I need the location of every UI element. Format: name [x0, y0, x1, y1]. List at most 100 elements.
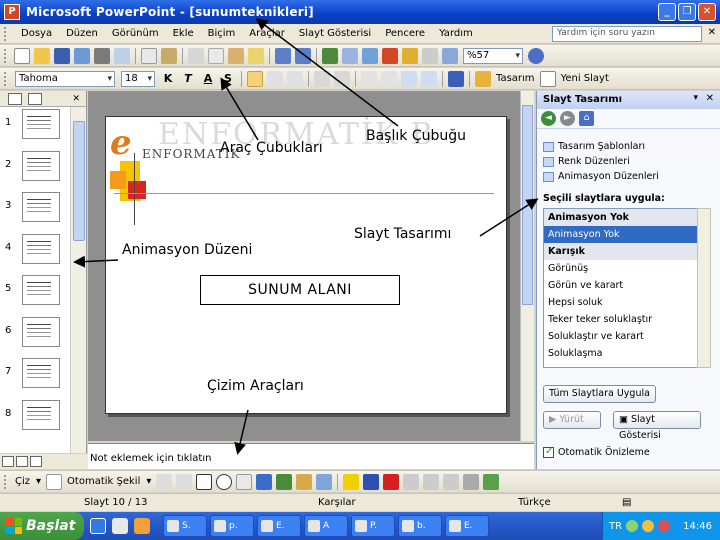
- print-preview-icon[interactable]: [114, 47, 130, 64]
- start-button[interactable]: Başlat: [0, 512, 84, 540]
- font-select[interactable]: Tahoma: [15, 70, 115, 87]
- expand-all-icon[interactable]: [402, 47, 418, 64]
- slideshow-button[interactable]: ▣ Slayt Gösterisi: [613, 411, 701, 441]
- animation-list-scrollbar[interactable]: [697, 208, 711, 368]
- clipart-icon[interactable]: [296, 473, 313, 490]
- autoshapes-menu[interactable]: Otomatik Şekil: [67, 476, 140, 487]
- menu-help[interactable]: Yardım: [432, 28, 480, 39]
- redo-icon[interactable]: [295, 47, 311, 64]
- design-button[interactable]: Tasarım: [496, 73, 535, 84]
- bold-button[interactable]: K: [160, 72, 176, 85]
- animation-list-item[interactable]: Animasyon Yok: [544, 226, 697, 243]
- close-button[interactable]: ✕: [698, 3, 716, 21]
- select-pointer-icon[interactable]: [46, 473, 63, 490]
- help-search-input[interactable]: Yardım için soru yazın: [552, 26, 702, 42]
- slide-thumbnail[interactable]: 8: [0, 399, 70, 436]
- 3d-style-icon[interactable]: [483, 473, 500, 490]
- underline-button[interactable]: A: [200, 72, 216, 85]
- new-slide-icon[interactable]: [539, 70, 556, 87]
- dash-style-icon[interactable]: [423, 473, 440, 490]
- copy-icon[interactable]: [208, 47, 224, 64]
- increase-font-icon[interactable]: [361, 70, 377, 87]
- minimize-button[interactable]: _: [658, 3, 676, 21]
- cut-icon[interactable]: [188, 47, 204, 64]
- task-pane-menu-icon[interactable]: ▾: [693, 93, 698, 103]
- menu-view[interactable]: Görünüm: [105, 28, 166, 39]
- back-icon[interactable]: ◄: [541, 111, 556, 126]
- autopreview-checkbox[interactable]: Otomatik Önizleme: [543, 446, 650, 458]
- oval-icon[interactable]: [216, 473, 233, 490]
- maximize-button[interactable]: ❐: [678, 3, 696, 21]
- animation-list-item[interactable]: Soluklaştır ve karart: [544, 328, 697, 345]
- network-icon[interactable]: [626, 520, 639, 532]
- arrow-style-icon[interactable]: [443, 473, 460, 490]
- menu-insert[interactable]: Ekle: [166, 28, 201, 39]
- close-pane-icon[interactable]: ✕: [72, 94, 80, 104]
- rectangle-icon[interactable]: [196, 473, 213, 490]
- link-animation-schemes[interactable]: Animasyon Düzenleri: [543, 171, 659, 182]
- slide-thumbnail[interactable]: 7: [0, 358, 70, 394]
- research-icon[interactable]: [161, 47, 177, 64]
- volume-icon[interactable]: [642, 520, 655, 532]
- bullets-icon[interactable]: [334, 70, 350, 87]
- animation-list[interactable]: Animasyon Yok Animasyon Yok Karışık Görünüş…: [543, 208, 698, 368]
- task-pane-close-icon[interactable]: ✕: [706, 93, 714, 104]
- taskbar-window-button[interactable]: b.: [398, 515, 442, 537]
- slide-preview[interactable]: [22, 275, 60, 305]
- animation-list-item[interactable]: Teker teker soluklaştır: [544, 311, 697, 328]
- animation-list-item[interactable]: Soluklaşma: [544, 345, 697, 362]
- slide-preview[interactable]: [22, 316, 60, 347]
- shadow-style-icon[interactable]: [463, 473, 480, 490]
- link-color-schemes[interactable]: Renk Düzenleri: [543, 156, 630, 167]
- slide-thumbnail[interactable]: 6: [0, 316, 70, 353]
- new-slide-button[interactable]: Yeni Slayt: [561, 73, 609, 84]
- slides-scrollbar[interactable]: [70, 107, 86, 453]
- taskbar-window-button[interactable]: E.: [257, 515, 301, 537]
- help-icon[interactable]: [528, 47, 544, 64]
- insert-diagram-icon[interactable]: [382, 47, 398, 64]
- apply-all-button[interactable]: Tüm Slaytlara Uygula: [543, 385, 656, 403]
- slide-thumbnail[interactable]: 3: [0, 192, 70, 228]
- taskbar-window-button[interactable]: S.: [163, 515, 207, 537]
- show-formatting-icon[interactable]: [422, 47, 438, 64]
- slide-show-button[interactable]: [30, 456, 42, 467]
- animation-list-item[interactable]: Hepsi soluk: [544, 294, 697, 311]
- slide-thumbnail[interactable]: 1: [0, 109, 70, 145]
- link-design-templates[interactable]: Tasarım Şablonları: [543, 141, 645, 152]
- save-icon[interactable]: [54, 47, 70, 64]
- line-color-icon[interactable]: [363, 473, 380, 490]
- forward-icon[interactable]: ►: [560, 111, 575, 126]
- new-file-icon[interactable]: [14, 47, 30, 64]
- security-icon[interactable]: [658, 520, 671, 532]
- arrow-icon[interactable]: [176, 473, 193, 490]
- menu-window[interactable]: Pencere: [378, 28, 432, 39]
- slide-preview[interactable]: [22, 150, 60, 181]
- slide-preview[interactable]: [22, 192, 60, 222]
- language-indicator[interactable]: TR: [609, 521, 622, 532]
- taskbar-window-button[interactable]: P.: [351, 515, 395, 537]
- align-center-icon[interactable]: [267, 70, 283, 87]
- toolbar-grip[interactable]: [4, 474, 8, 489]
- slide-preview[interactable]: [22, 233, 60, 264]
- diagram-icon[interactable]: [276, 473, 293, 490]
- menu-edit[interactable]: Düzen: [59, 28, 105, 39]
- toolbar-grip[interactable]: [4, 71, 8, 86]
- show-desktop-icon[interactable]: [112, 518, 128, 534]
- line-icon[interactable]: [156, 473, 173, 490]
- decrease-font-icon[interactable]: [381, 70, 397, 87]
- draw-menu[interactable]: Çiz: [15, 476, 30, 487]
- slide-sorter-button[interactable]: [16, 456, 28, 467]
- slide-preview[interactable]: [22, 399, 60, 430]
- taskbar-window-button[interactable]: p.: [210, 515, 254, 537]
- format-painter-icon[interactable]: [248, 47, 264, 64]
- paste-icon[interactable]: [228, 47, 244, 64]
- align-left-icon[interactable]: [247, 70, 263, 87]
- toolbar-grip[interactable]: [4, 26, 8, 41]
- menu-format[interactable]: Biçim: [201, 28, 243, 39]
- slide-thumbnail[interactable]: 2: [0, 150, 70, 187]
- normal-view-button[interactable]: [2, 456, 14, 467]
- title-bar[interactable]: P Microsoft PowerPoint - [sunumteknikler…: [0, 0, 720, 24]
- textbox-icon[interactable]: [236, 473, 253, 490]
- media-player-icon[interactable]: [134, 518, 150, 534]
- font-color-icon[interactable]: [448, 70, 464, 87]
